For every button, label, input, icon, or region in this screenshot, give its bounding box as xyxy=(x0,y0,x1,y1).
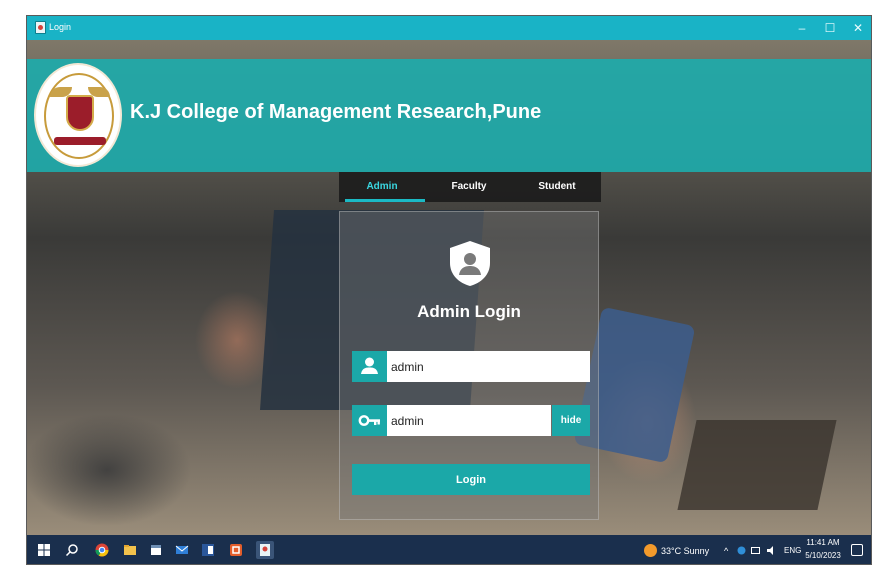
weather-text[interactable]: 33°C Sunny xyxy=(661,546,709,556)
tab-student[interactable]: Student xyxy=(513,172,601,202)
login-tabs: Admin Faculty Student xyxy=(339,172,601,202)
logo-ribbon xyxy=(54,137,106,145)
search-icon[interactable] xyxy=(65,543,79,557)
username-field[interactable] xyxy=(387,351,590,382)
username-row xyxy=(352,351,590,382)
tab-admin[interactable]: Admin xyxy=(339,172,425,202)
logo-shield xyxy=(66,95,94,131)
weather-sun-icon[interactable] xyxy=(644,544,657,557)
window-title: Login xyxy=(49,22,72,32)
user-icon xyxy=(361,357,378,374)
minimize-button[interactable]: – xyxy=(791,19,813,37)
hide-password-button[interactable]: hide xyxy=(552,405,590,436)
clock-date[interactable]: 5/10/2023 xyxy=(803,551,843,560)
mail-icon[interactable] xyxy=(175,543,189,557)
java-taskbar-icon[interactable] xyxy=(256,541,274,559)
password-field[interactable] xyxy=(387,405,551,436)
maximize-button[interactable]: ☐ xyxy=(819,19,841,37)
network-icon[interactable] xyxy=(737,546,746,555)
password-row: hide xyxy=(352,405,590,436)
app-window: Login – ☐ ✕ K.J College of Management Re… xyxy=(26,15,872,565)
background-keyboard xyxy=(677,420,837,510)
key-icon xyxy=(358,415,380,426)
java-app-icon xyxy=(35,21,46,34)
windows-start-icon[interactable] xyxy=(37,543,51,557)
language-indicator[interactable]: ENG xyxy=(784,546,801,555)
college-logo xyxy=(34,63,122,167)
chrome-icon[interactable] xyxy=(95,543,109,557)
shield-user-icon xyxy=(450,241,490,286)
college-name: K.J College of Management Research,Pune xyxy=(130,101,542,123)
tab-faculty[interactable]: Faculty xyxy=(425,172,513,202)
speaker-icon[interactable] xyxy=(766,545,778,556)
word-icon[interactable] xyxy=(201,543,215,557)
file-explorer-icon[interactable] xyxy=(123,543,137,557)
title-bar[interactable]: Login – ☐ ✕ xyxy=(27,16,871,40)
clock-time[interactable]: 11:41 AM xyxy=(805,538,841,547)
password-icon-box xyxy=(352,405,387,436)
notification-icon[interactable] xyxy=(851,544,863,556)
username-icon-box xyxy=(352,351,387,382)
battery-icon[interactable] xyxy=(751,546,761,555)
office-app-icon[interactable] xyxy=(229,543,243,557)
calendar-icon[interactable] xyxy=(149,543,163,557)
close-button[interactable]: ✕ xyxy=(847,19,869,37)
tray-chevron-icon[interactable]: ^ xyxy=(724,546,728,556)
taskbar: 33°C Sunny ^ ENG 11:41 AM 5/10/2023 xyxy=(27,535,871,564)
login-button[interactable]: Login xyxy=(352,464,590,495)
panel-title: Admin Login xyxy=(417,302,521,321)
header-band: K.J College of Management Research,Pune xyxy=(27,59,871,172)
login-panel: Admin Login hide Login xyxy=(339,211,599,520)
